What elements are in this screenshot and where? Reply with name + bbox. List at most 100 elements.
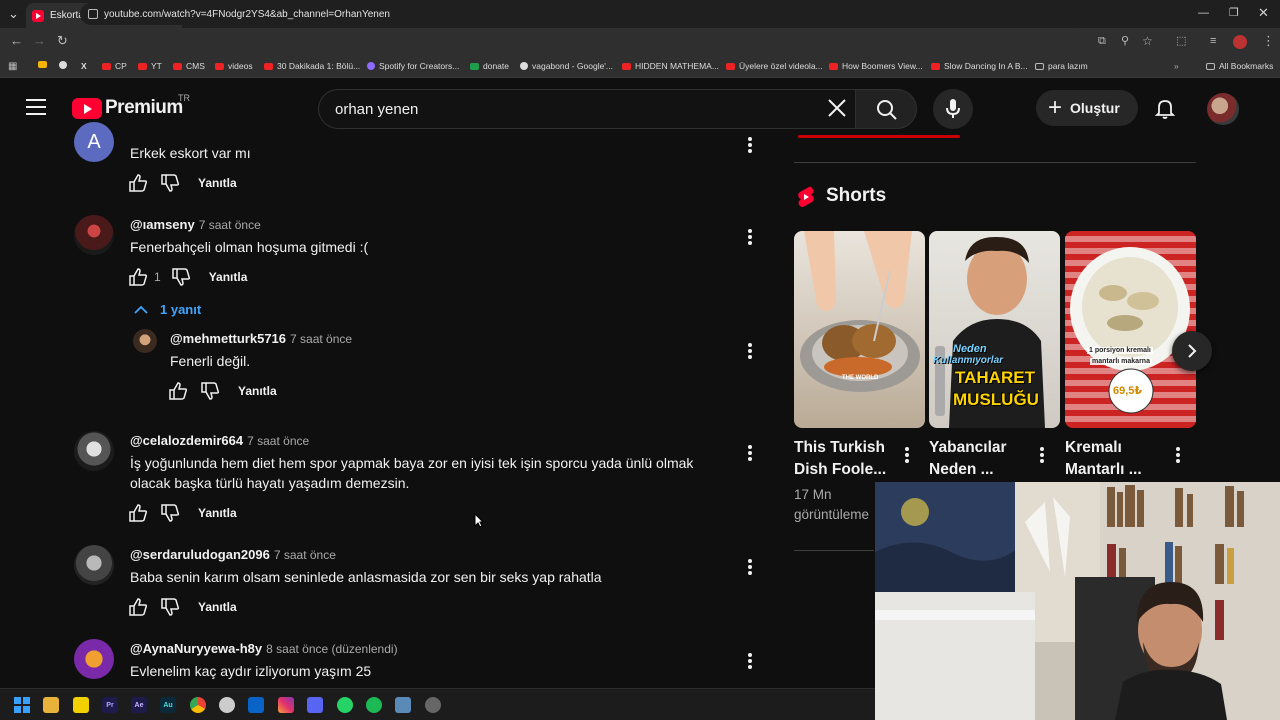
short-title[interactable]: This Turkish Dish Foole... <box>794 437 898 481</box>
notifications-bell-icon[interactable] <box>1154 97 1176 119</box>
short-menu-icon[interactable] <box>1040 447 1044 463</box>
short-thumbnail[interactable]: THE WORLD <box>794 231 925 428</box>
outlook-icon[interactable] <box>248 697 264 713</box>
shorts-next-button[interactable] <box>1172 331 1212 371</box>
comment-author[interactable]: @celalozdemir664 7 saat önce <box>130 433 309 448</box>
windows-start-icon[interactable] <box>14 697 30 713</box>
like-icon[interactable] <box>168 381 188 401</box>
bookmark-slow-dancing[interactable]: Slow Dancing In A B... <box>931 61 1028 71</box>
bookmark-yt[interactable]: YT <box>138 61 162 71</box>
comment-timestamp[interactable]: 8 saat önce (düzenlendi) <box>266 642 397 656</box>
dislike-icon[interactable] <box>160 597 180 617</box>
youtube-premium-logo[interactable]: Premium <box>72 97 183 119</box>
chatgpt-icon[interactable] <box>219 697 235 713</box>
comment-menu-icon[interactable] <box>748 137 752 153</box>
bookmark-openai-icon[interactable] <box>59 61 71 69</box>
restore-icon[interactable]: ❐ <box>1229 6 1239 20</box>
like-icon[interactable] <box>128 173 148 193</box>
chrome-icon[interactable] <box>190 697 206 713</box>
reply-button[interactable]: Yanıtla <box>238 384 277 398</box>
comment-timestamp[interactable]: 7 saat önce <box>247 434 309 448</box>
forward-icon[interactable]: → <box>33 34 46 48</box>
after-effects-icon[interactable]: Ae <box>131 697 147 713</box>
apps-icon[interactable]: ▦ <box>8 61 17 72</box>
dislike-icon[interactable] <box>200 381 220 401</box>
discord-icon[interactable] <box>307 697 323 713</box>
tab-search-icon[interactable]: ⌄ <box>8 7 19 21</box>
commenter-avatar[interactable] <box>74 545 114 585</box>
bookmark-donate[interactable]: donate <box>470 61 509 71</box>
spotify-icon[interactable] <box>366 697 382 713</box>
account-avatar[interactable] <box>1207 93 1239 125</box>
back-icon[interactable]: ← <box>10 34 23 48</box>
comment-author[interactable]: @AynaNuryyewa-h8y 8 saat önce (düzenlendi… <box>130 641 398 656</box>
url-field[interactable]: youtube.com/watch?v=4FNodgr2YS4&ab_chann… <box>80 3 1088 25</box>
bookmark-star-icon[interactable]: ☆ <box>1142 34 1153 48</box>
whatsapp-icon[interactable] <box>337 697 353 713</box>
minimize-icon[interactable]: — <box>1198 6 1209 20</box>
commenter-avatar[interactable] <box>74 215 114 255</box>
file-explorer-icon[interactable] <box>43 697 59 713</box>
comment-menu-icon[interactable] <box>748 229 752 245</box>
short-menu-icon[interactable] <box>1176 447 1180 463</box>
search-input[interactable]: orhan yenen <box>318 89 856 129</box>
zoom-icon[interactable]: ⚲ <box>1121 34 1129 48</box>
comment-menu-icon[interactable] <box>748 559 752 575</box>
like-icon[interactable] <box>128 267 148 287</box>
replies-toggle[interactable]: 1 yanıt <box>134 302 201 317</box>
premiere-pro-icon[interactable]: Pr <box>102 697 118 713</box>
dislike-icon[interactable] <box>171 267 191 287</box>
bookmark-para-lazim[interactable]: para lazım <box>1035 61 1088 71</box>
extensions-icon[interactable]: ⬚ <box>1176 34 1186 48</box>
bookmark-uyelere-ozel[interactable]: Üyelere özel videola... <box>726 61 823 71</box>
comment-timestamp[interactable]: 7 saat önce <box>274 548 336 562</box>
clear-search-icon[interactable] <box>826 97 848 119</box>
bookmark-vagabond[interactable]: vagabond - Google'... <box>520 61 613 71</box>
short-thumbnail[interactable]: 1 porsiyon kremalı mantarlı makarna 69,5… <box>1065 231 1196 428</box>
short-menu-icon[interactable] <box>905 447 909 463</box>
bookmark-how-boomers[interactable]: How Boomers View... <box>829 61 923 71</box>
bookmark-spotify[interactable]: Spotify for Creators... <box>367 61 459 71</box>
reply-menu-icon[interactable] <box>748 343 752 359</box>
bookmark-videos[interactable]: videos <box>215 61 253 71</box>
close-window-icon[interactable]: ✕ <box>1258 6 1269 20</box>
reply-button[interactable]: Yanıtla <box>198 506 237 520</box>
comment-timestamp[interactable]: 7 saat önce <box>199 218 261 232</box>
comment-author[interactable]: @serdaruludogan2096 7 saat önce <box>130 547 336 562</box>
bookmark-cms[interactable]: CMS <box>173 61 205 71</box>
site-info-icon[interactable] <box>88 9 98 19</box>
like-icon[interactable] <box>128 597 148 617</box>
reply-author[interactable]: @mehmetturk5716 7 saat önce <box>170 331 352 346</box>
voice-search-button[interactable] <box>933 89 973 129</box>
bookmark-drive-icon[interactable] <box>38 61 51 68</box>
hamburger-menu-icon[interactable] <box>26 99 46 115</box>
short-thumbnail[interactable]: Neden Kullanmıyorlar TAHARET MUSLUĞU <box>929 231 1060 428</box>
more-bookmarks-icon[interactable]: » <box>1174 61 1179 71</box>
reload-icon[interactable]: ↻ <box>57 34 68 48</box>
reading-list-icon[interactable]: ≡ <box>1210 34 1216 48</box>
bookmark-x-icon[interactable]: X <box>81 61 87 71</box>
search-button[interactable] <box>855 89 917 129</box>
comment-author[interactable]: @ıamseny 7 saat önce <box>130 217 261 232</box>
commenter-avatar[interactable] <box>74 639 114 679</box>
sticky-notes-icon[interactable] <box>73 697 89 713</box>
dislike-icon[interactable] <box>160 173 180 193</box>
commenter-avatar[interactable] <box>74 431 114 471</box>
short-title[interactable]: Kremalı Mantarlı ... <box>1065 437 1169 481</box>
bookmark-hidden-mathema[interactable]: HIDDEN MATHEMA... <box>622 61 719 71</box>
commenter-avatar[interactable]: A <box>74 122 114 162</box>
browser-menu-icon[interactable]: ⋮ <box>1262 34 1275 48</box>
all-bookmarks[interactable]: All Bookmarks <box>1206 61 1273 71</box>
reply-button[interactable]: Yanıtla <box>209 270 248 284</box>
profile-icon[interactable] <box>1233 35 1247 49</box>
install-app-icon[interactable]: ⧉ <box>1098 34 1106 48</box>
network-app-icon[interactable] <box>395 697 411 713</box>
comment-menu-icon[interactable] <box>748 445 752 461</box>
davinci-icon[interactable] <box>425 697 441 713</box>
bookmark-cp[interactable]: CP <box>102 61 127 71</box>
reply-button[interactable]: Yanıtla <box>198 176 237 190</box>
comment-menu-icon[interactable] <box>748 653 752 669</box>
short-title[interactable]: Yabancılar Neden ... <box>929 437 1033 481</box>
create-button[interactable]: + Oluştur <box>1036 90 1138 126</box>
bookmark-30-dakikada[interactable]: 30 Dakikada 1: Bölü... <box>264 61 360 71</box>
